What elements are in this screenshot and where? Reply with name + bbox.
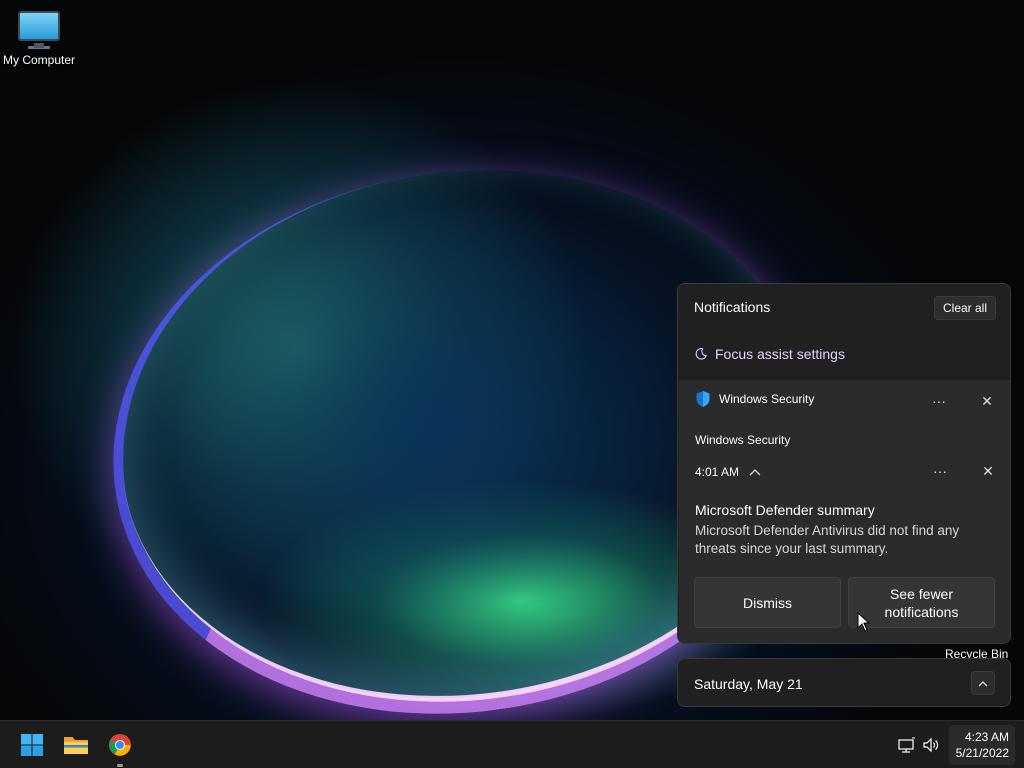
- notification-center-title: Notifications: [694, 299, 771, 315]
- chrome-icon: [109, 734, 131, 756]
- desktop-icon-label: My Computer: [2, 53, 76, 67]
- app-close-button[interactable]: ✕: [975, 390, 999, 412]
- mouse-cursor-icon: [857, 612, 871, 632]
- network-button[interactable]: [897, 735, 917, 755]
- notification-app-row: Windows Security: [695, 390, 814, 408]
- desktop-icon-my-computer[interactable]: My Computer: [0, 11, 79, 67]
- notification-center-header: Notifications Clear all: [678, 284, 1010, 332]
- chevron-up-icon: [978, 680, 988, 686]
- focus-assist-settings-link[interactable]: Focus assist settings: [694, 346, 845, 362]
- notification-title: Microsoft Defender summary: [695, 502, 875, 518]
- expand-calendar-button[interactable]: [971, 671, 995, 695]
- network-icon: [898, 737, 915, 753]
- dismiss-button[interactable]: Dismiss: [694, 577, 841, 628]
- file-explorer-icon: [64, 737, 88, 754]
- notification-center: Notifications Clear all Focus assist set…: [677, 283, 1011, 644]
- notification-close-button[interactable]: ✕: [976, 460, 1000, 482]
- chrome-button[interactable]: [100, 725, 140, 765]
- windows-start-icon: [21, 734, 43, 756]
- calendar-date: Saturday, May 21: [694, 676, 803, 692]
- shield-icon: [696, 391, 710, 407]
- moon-icon: [695, 348, 708, 360]
- clock-time: 4:23 AM: [964, 730, 1009, 744]
- notification-card[interactable]: Windows Security ··· ✕ Windows Security …: [679, 380, 1010, 643]
- clear-all-button[interactable]: Clear all: [934, 296, 996, 320]
- notification-more-options-button[interactable]: ···: [928, 460, 952, 482]
- chevron-up-icon[interactable]: [749, 468, 761, 476]
- computer-icon: [18, 11, 60, 49]
- notification-app-name: Windows Security: [719, 392, 815, 406]
- taskbar: 4:23 AM 5/21/2022: [0, 720, 1024, 768]
- file-explorer-button[interactable]: [56, 725, 96, 765]
- close-icon: ✕: [982, 462, 994, 479]
- more-options-icon: ···: [932, 393, 946, 409]
- notification-body: Microsoft Defender Antivirus did not fin…: [695, 523, 960, 556]
- calendar-date-bar: Saturday, May 21: [677, 658, 1011, 707]
- notification-time-row: 4:01 AM: [695, 465, 761, 479]
- taskbar-clock[interactable]: 4:23 AM 5/21/2022: [949, 725, 1015, 765]
- close-icon: ✕: [981, 392, 993, 409]
- clock-date: 5/21/2022: [955, 746, 1009, 760]
- start-button[interactable]: [12, 725, 52, 765]
- volume-icon: [923, 737, 939, 753]
- notification-group-name: Windows Security: [695, 433, 791, 447]
- volume-button[interactable]: [921, 735, 941, 755]
- notification-time: 4:01 AM: [695, 465, 740, 479]
- focus-assist-label: Focus assist settings: [715, 346, 845, 362]
- more-options-icon: ···: [933, 463, 947, 479]
- chrome-running-indicator: [117, 764, 123, 767]
- app-more-options-button[interactable]: ···: [927, 390, 951, 412]
